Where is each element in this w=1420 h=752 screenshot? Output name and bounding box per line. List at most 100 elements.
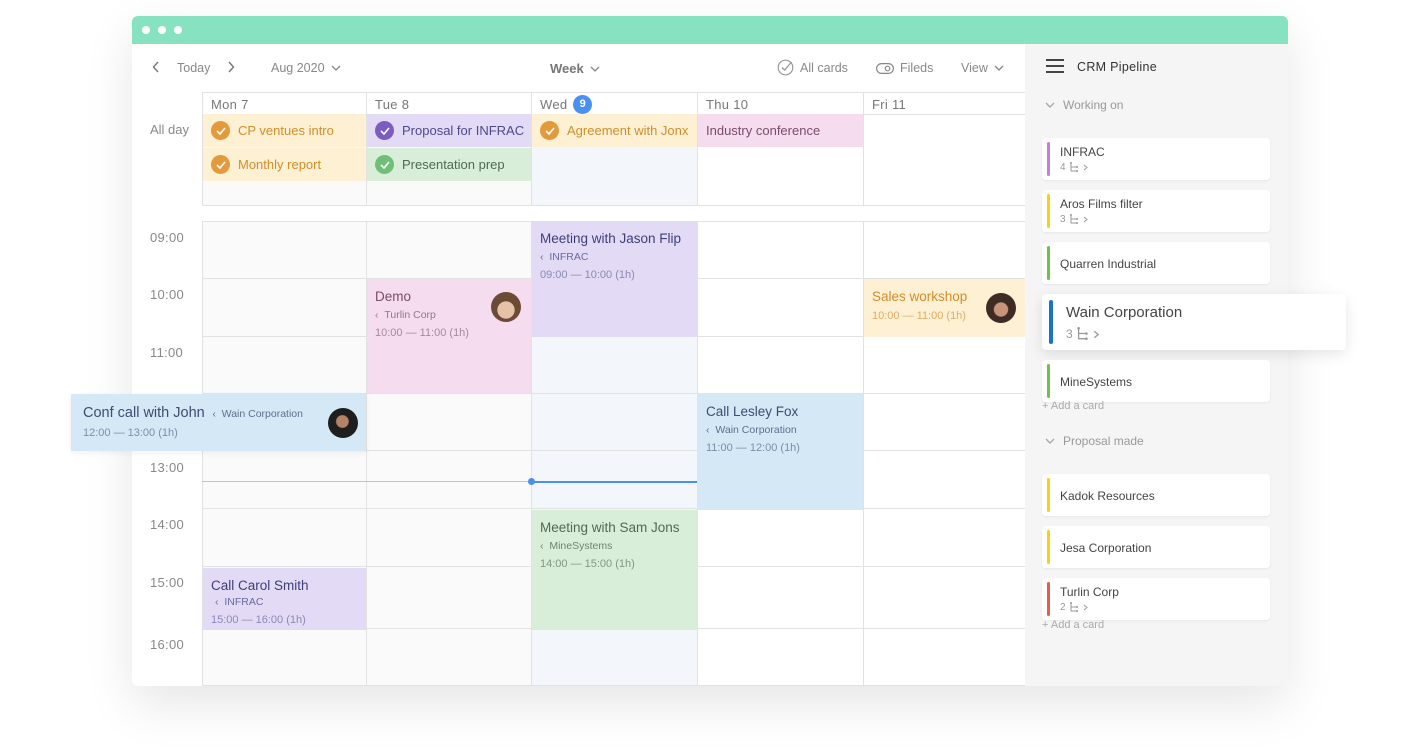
time-slot[interactable] [202, 279, 367, 337]
event-demo[interactable]: Demo ‹ Turlin Corp 10:00 — 11:00 (1h) [367, 279, 531, 393]
time-slot[interactable] [531, 451, 698, 509]
all-cards-button[interactable]: All cards [777, 59, 848, 76]
time-slot[interactable] [366, 567, 532, 629]
count-value: 3 [1066, 327, 1073, 342]
add-card-button[interactable]: + Add a card [1042, 619, 1104, 631]
time-slot[interactable] [863, 337, 1025, 394]
today-button[interactable]: Today [177, 61, 210, 75]
chevron-left-icon: ‹ [540, 540, 550, 552]
time-slot[interactable] [697, 629, 864, 686]
time-slot[interactable] [863, 451, 1025, 509]
event-client: MineSystems [549, 540, 613, 552]
pipeline-card[interactable]: MineSystems [1042, 360, 1270, 402]
pipeline-card[interactable]: Turlin Corp 2 [1042, 578, 1270, 620]
event-sales-workshop[interactable]: Sales workshop 10:00 — 11:00 (1h) [864, 279, 1025, 337]
group-header-working-on[interactable]: Working on [1045, 98, 1123, 112]
event-call-lesley-fox[interactable]: Call Lesley Fox ‹ Wain Corporation 11:00… [698, 394, 863, 510]
pipeline-card[interactable]: Wain Corporation 3 [1042, 294, 1346, 350]
subtasks-icon [1069, 214, 1078, 224]
pipeline-card[interactable]: Aros Films filter 3 [1042, 190, 1270, 232]
time-slot[interactable] [863, 394, 1025, 451]
time-slot[interactable] [697, 337, 864, 394]
card-subtask-count: 4 [1060, 162, 1088, 173]
allday-event[interactable]: Monthly report [203, 148, 366, 181]
allday-event[interactable]: CP ventues intro [203, 114, 366, 147]
app-window: Today Aug 2020 Week All cards Fileds Vie… [132, 16, 1346, 686]
hamburger-menu-icon[interactable] [1046, 59, 1064, 73]
chevron-down-icon [1045, 102, 1055, 108]
time-slot[interactable] [697, 279, 864, 337]
calendar-toolbar: Today Aug 2020 Week All cards Fileds Vie… [132, 44, 1025, 92]
count-value: 2 [1060, 602, 1066, 613]
window-control-minimize[interactable] [158, 26, 166, 34]
event-conf-call-john[interactable]: Conf call with John ‹ Wain Corporation 1… [71, 394, 366, 451]
event-title: CP ventues intro [238, 123, 334, 138]
card-color-bar [1047, 478, 1050, 512]
time-slot[interactable] [202, 221, 367, 279]
time-slot[interactable] [863, 567, 1025, 629]
group-header-proposal-made[interactable]: Proposal made [1045, 434, 1144, 448]
time-slot[interactable] [531, 629, 698, 686]
time-slot[interactable] [366, 629, 532, 686]
prev-week-button[interactable] [152, 61, 160, 73]
time-slot[interactable] [202, 337, 367, 394]
card-color-bar [1047, 194, 1050, 228]
time-slot[interactable] [366, 221, 532, 279]
chevron-down-icon [1045, 438, 1055, 444]
day-header-wed: Wed 9 [531, 92, 698, 115]
view-menu-button[interactable]: View [961, 61, 1004, 75]
allday-event[interactable]: Presentation prep [367, 148, 531, 181]
time-slot[interactable] [202, 509, 367, 567]
time-slot[interactable] [863, 221, 1025, 279]
add-card-button[interactable]: + Add a card [1042, 400, 1104, 412]
allday-event[interactable]: Proposal for INFRAC [367, 114, 531, 147]
week-calendar: Mon 7 Tue 8 Wed 9 Thu 10 Fri 11 All day … [132, 92, 1025, 686]
time-slot[interactable] [863, 629, 1025, 686]
event-client: Wain Corporation [221, 408, 303, 420]
month-selector[interactable]: Aug 2020 [271, 61, 341, 75]
time-slot[interactable] [697, 509, 864, 567]
attendee-avatar [328, 408, 358, 438]
time-slot[interactable] [366, 451, 532, 509]
card-name: MineSystems [1060, 375, 1133, 389]
check-circle-icon [777, 59, 794, 76]
day-header-thu: Thu 10 [697, 92, 864, 115]
time-slot[interactable] [202, 451, 367, 509]
time-slot[interactable] [863, 509, 1025, 567]
window-control-close[interactable] [142, 26, 150, 34]
event-client: INFRAC [224, 596, 264, 608]
time-slot[interactable] [366, 394, 532, 451]
pipeline-card[interactable]: INFRAC 4 [1042, 138, 1270, 180]
event-meeting-jason-flip[interactable]: Meeting with Jason Flip ‹ INFRAC 09:00 —… [532, 221, 697, 337]
next-week-button[interactable] [227, 61, 235, 73]
time-slot[interactable] [531, 394, 698, 451]
card-name: Kadok Resources [1060, 489, 1155, 503]
pipeline-card[interactable]: Quarren Industrial [1042, 242, 1270, 284]
event-title: Presentation prep [402, 157, 505, 172]
window-control-maximize[interactable] [174, 26, 182, 34]
chevron-down-icon [994, 65, 1004, 71]
check-icon [540, 121, 559, 140]
hour-label: 11:00 [150, 345, 184, 360]
hour-label: 14:00 [150, 517, 185, 532]
event-meeting-sam-jons[interactable]: Meeting with Sam Jons ‹ MineSystems 14:0… [532, 510, 697, 630]
time-slot[interactable] [697, 221, 864, 279]
card-subtask-count: 3 [1066, 327, 1100, 342]
allday-event[interactable]: Agreement with Jonx [532, 114, 697, 147]
subtasks-icon [1069, 162, 1078, 172]
event-call-carol-smith[interactable]: Call Carol Smith ‹ INFRAC 15:00 — 16:00 … [203, 568, 366, 630]
view-mode-selector[interactable]: Week [550, 61, 600, 76]
fields-button[interactable]: Fileds [876, 61, 933, 75]
time-slot[interactable] [531, 337, 698, 394]
title-bar [132, 16, 1288, 44]
time-slot[interactable] [697, 567, 864, 629]
chevron-right-icon [228, 61, 235, 73]
event-time: 11:00 — 12:00 (1h) [706, 442, 800, 454]
allday-cell[interactable] [863, 114, 1025, 206]
event-client: INFRAC [549, 251, 589, 263]
pipeline-card[interactable]: Jesa Corporation [1042, 526, 1270, 568]
time-slot[interactable] [202, 629, 367, 686]
allday-event[interactable]: Industry conference [698, 114, 863, 147]
pipeline-card[interactable]: Kadok Resources [1042, 474, 1270, 516]
time-slot[interactable] [366, 509, 532, 567]
